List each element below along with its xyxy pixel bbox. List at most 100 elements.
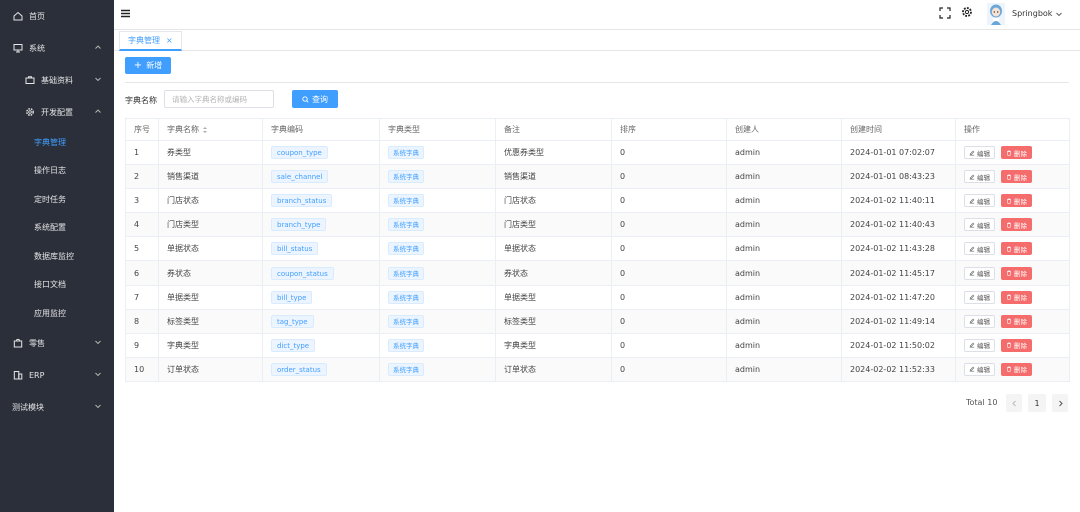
building-icon [12,369,24,381]
cell-code: coupon_status [262,260,380,286]
sidebar-item-app-monitor[interactable]: 应用监控 [0,303,114,323]
close-icon[interactable]: × [166,36,173,45]
fullscreen-icon[interactable] [939,7,951,19]
sidebar-item-system-config[interactable]: 系统配置 [0,217,114,237]
cell-type: 系统字典 [379,285,496,310]
edit-label: 编辑 [977,221,990,230]
type-tag: 系统字典 [388,338,424,352]
cell-no: 3 [125,188,159,214]
cell-sort: 0 [611,140,727,166]
sidebar-item-label: 应用监控 [34,308,66,318]
delete-label: 删除 [1014,318,1027,327]
delete-button[interactable]: 删除 [1001,170,1032,184]
sidebar-item-home[interactable]: 首页 [0,6,114,26]
sidebar-item-scheduled-task[interactable]: 定时任务 [0,189,114,209]
cell-sort: 0 [611,164,727,190]
cell-creator: admin [726,309,842,334]
edit-button[interactable]: 编辑 [964,194,995,208]
delete-button[interactable]: 删除 [1001,290,1032,304]
sidebar-item-test-module[interactable]: 测试模块 [0,397,114,417]
cell-sort: 0 [611,188,727,214]
trash-icon [1007,318,1011,324]
col-header-time: 创建时间 [841,118,956,141]
delete-button[interactable]: 删除 [1001,146,1032,160]
code-tag: tag_type [271,314,314,328]
edit-button[interactable]: 编辑 [964,314,995,328]
chevron-down-icon[interactable] [1055,10,1063,18]
sidebar-item-dict-manage[interactable]: 字典管理 [0,132,114,152]
cell-remark: 单据类型 [495,285,612,310]
trash-icon [1007,342,1011,348]
sidebar-item-op-log[interactable]: 操作日志 [0,160,114,180]
edit-button[interactable]: 编辑 [964,170,995,184]
delete-button[interactable]: 删除 [1001,194,1032,208]
trash-icon [1007,246,1011,252]
username[interactable]: Springbok [1012,9,1052,18]
query-button[interactable]: 查询 [292,90,338,108]
sidebar-item-dev-config[interactable]: 开发配置 [0,102,114,122]
search-input[interactable] [164,90,274,108]
edit-button[interactable]: 编辑 [964,338,995,352]
type-tag: 系统字典 [388,170,424,184]
cell-actions: 编辑 删除 [955,236,1070,262]
bag-icon [12,337,24,349]
cell-creator: admin [726,140,842,166]
divider [125,82,1069,83]
hamburger-icon[interactable] [120,8,131,19]
cell-actions: 编辑 删除 [955,260,1070,286]
cell-actions: 编辑 删除 [955,309,1070,334]
plus-icon: + [133,59,143,71]
edit-button[interactable]: 编辑 [964,362,995,376]
cell-type: 系统字典 [379,260,496,286]
delete-label: 删除 [1014,197,1027,206]
sidebar-item-db-monitor[interactable]: 数据库监控 [0,246,114,266]
sort-icon[interactable] [202,126,208,134]
cell-actions: 编辑 删除 [955,140,1070,166]
prev-page-button[interactable] [1006,394,1022,412]
cell-time: 2024-01-01 08:43:23 [841,164,956,190]
edit-button[interactable]: 编辑 [964,218,995,232]
sidebar-item-label: 字典管理 [34,137,66,147]
trash-icon [1007,174,1011,180]
next-page-button[interactable] [1052,394,1068,412]
edit-button[interactable]: 编辑 [964,146,995,160]
type-tag: 系统字典 [388,314,424,328]
settings-icon[interactable] [961,6,973,18]
sidebar-item-basic-data[interactable]: 基础资料 [0,70,114,90]
sidebar-item-label: 基础资料 [41,75,73,85]
edit-button[interactable]: 编辑 [964,266,995,280]
cell-remark: 订单状态 [495,357,612,382]
edit-button[interactable]: 编辑 [964,290,995,304]
sidebar-item-system[interactable]: 系统 [0,38,114,58]
cell-name: 门店类型 [158,212,263,238]
sidebar-item-erp[interactable]: ERP [0,365,114,385]
sidebar-item-api-docs[interactable]: 接口文档 [0,274,114,294]
delete-label: 删除 [1014,294,1027,303]
tab-dict-manage[interactable]: 字典管理 × [119,31,182,51]
col-header-name[interactable]: 字典名称 [158,118,263,141]
cell-sort: 0 [611,285,727,310]
cell-no: 5 [125,236,159,262]
edit-label: 编辑 [977,197,990,206]
table-row: 5 单据状态 bill_status 系统字典 单据状态 0 admin 2024-01-02… [125,236,1070,262]
chevron-down-icon [95,404,101,409]
trash-icon [1007,222,1011,228]
cell-code: branch_type [262,212,380,238]
delete-button[interactable]: 删除 [1001,266,1032,280]
delete-button[interactable]: 删除 [1001,314,1032,328]
avatar[interactable] [987,3,1005,25]
delete-button[interactable]: 删除 [1001,338,1032,352]
edit-button[interactable]: 编辑 [964,242,995,256]
cell-code: sale_channel [262,164,380,190]
cell-remark: 券状态 [495,260,612,286]
delete-button[interactable]: 删除 [1001,218,1032,232]
edit-label: 编辑 [977,173,990,182]
delete-button[interactable]: 删除 [1001,242,1032,256]
cell-sort: 0 [611,309,727,334]
cell-name: 单据状态 [158,236,263,262]
sidebar-item-retail[interactable]: 零售 [0,333,114,353]
add-button[interactable]: + 新增 [125,57,171,74]
page-number-button[interactable]: 1 [1028,394,1046,412]
delete-button[interactable]: 删除 [1001,362,1032,376]
dict-table: 序号 字典名称 字典编码 字典类型 备注 排序 创建人 创建时间 操作 1 券类型… [125,118,1070,382]
